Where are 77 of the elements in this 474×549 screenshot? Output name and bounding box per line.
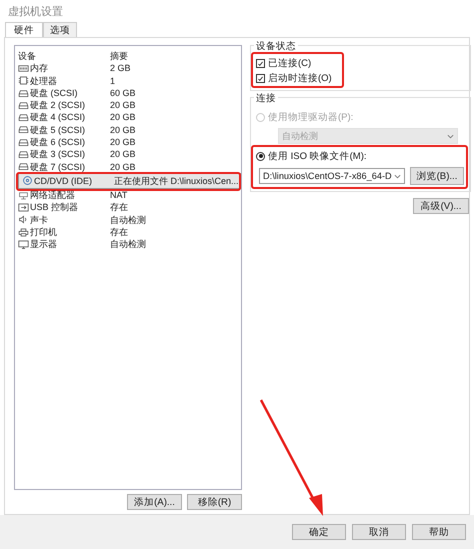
device-row[interactable]: CD/DVD (IDE) 正在使用文件 D:\linuxios\Cen... bbox=[18, 172, 241, 189]
device-name: 网络适配器 bbox=[30, 188, 75, 202]
button[interactable]: 添加(A)... bbox=[127, 494, 182, 510]
device-name: 显示器 bbox=[30, 238, 57, 250]
device-summary: 2 GB bbox=[110, 62, 131, 75]
device-row[interactable]: 硬盘 6 (SCSI) 20 GB bbox=[18, 136, 241, 148]
device-name: 处理器 bbox=[30, 74, 57, 87]
caret-icon bbox=[447, 134, 454, 138]
device-summary: 20 GB bbox=[110, 99, 136, 112]
device-summary: 存在 bbox=[110, 201, 128, 214]
column-header: 设备 bbox=[18, 50, 37, 62]
radio-button[interactable] bbox=[256, 152, 265, 160]
network-icon bbox=[18, 190, 29, 200]
caret-icon bbox=[394, 174, 401, 178]
device-summary: 正在使用文件 D:\linuxios\Cen... bbox=[114, 174, 239, 188]
device-row[interactable]: 处理器 1 bbox=[18, 74, 241, 87]
tab[interactable]: 硬件 bbox=[5, 22, 43, 37]
button[interactable]: 帮助 bbox=[412, 524, 466, 540]
device-row[interactable]: 网络适配器 NAT bbox=[18, 188, 241, 202]
column-header: 摘要 bbox=[110, 50, 128, 62]
device-summary: 存在 bbox=[110, 226, 128, 238]
radio-label: 使用物理驱动器(P): bbox=[268, 110, 354, 124]
device-row[interactable]: 打印机 存在 bbox=[18, 226, 241, 238]
advanced-button[interactable]: 高级(V)... bbox=[413, 198, 469, 214]
processor-icon bbox=[18, 76, 29, 86]
device-summary: 20 GB bbox=[110, 148, 136, 161]
checkbox-label: 已连接(C) bbox=[268, 56, 312, 70]
device-row[interactable]: 硬盘 4 (SCSI) 20 GB bbox=[18, 111, 241, 124]
disc-icon bbox=[22, 176, 33, 186]
usb-icon bbox=[18, 202, 29, 212]
group-title: 连接 bbox=[254, 92, 278, 105]
browse-button[interactable]: 浏览(B)... bbox=[410, 167, 464, 185]
group-title: 设备状态 bbox=[254, 40, 298, 53]
window-title: 虚拟机设置 bbox=[7, 4, 64, 18]
device-name: 硬盘 (SCSI) bbox=[30, 86, 78, 100]
printer-icon bbox=[18, 228, 29, 236]
speaker-icon bbox=[18, 215, 29, 224]
device-summary: 20 GB bbox=[110, 111, 136, 124]
device-name: 硬盘 5 (SCSI) bbox=[30, 124, 86, 136]
device-name: 硬盘 6 (SCSI) bbox=[30, 136, 86, 148]
button[interactable]: 移除(R) bbox=[187, 494, 242, 510]
device-name: 声卡 bbox=[30, 214, 48, 226]
checkbox-label: 启动时连接(O) bbox=[268, 72, 332, 84]
device-row[interactable]: 硬盘 2 (SCSI) 20 GB bbox=[18, 99, 241, 112]
device-name: CD/DVD (IDE) bbox=[34, 174, 92, 188]
checkbox[interactable] bbox=[256, 74, 265, 82]
device-summary: 20 GB bbox=[110, 136, 136, 148]
device-row[interactable]: 硬盘 5 (SCSI) 20 GB bbox=[18, 124, 241, 136]
device-summary: NAT bbox=[110, 188, 128, 202]
device-row[interactable]: 硬盘 3 (SCSI) 20 GB bbox=[18, 148, 241, 161]
monitor-icon bbox=[18, 240, 29, 249]
memory-icon bbox=[18, 64, 29, 73]
device-row[interactable]: 显示器 自动检测 bbox=[18, 238, 241, 250]
checkbox[interactable] bbox=[256, 58, 265, 68]
device-name: 硬盘 2 (SCSI) bbox=[30, 99, 86, 112]
device-name: 内存 bbox=[30, 62, 48, 75]
device-name: 硬盘 7 (SCSI) bbox=[30, 160, 86, 173]
tab[interactable]: 选项 bbox=[43, 22, 77, 37]
button[interactable]: 确定 bbox=[292, 524, 346, 540]
device-summary: 自动检测 bbox=[110, 238, 146, 250]
device-row[interactable]: USB 控制器 存在 bbox=[18, 201, 241, 214]
device-row[interactable]: 声卡 自动检测 bbox=[18, 214, 241, 226]
device-summary: 60 GB bbox=[110, 86, 136, 100]
device-name: 打印机 bbox=[30, 226, 57, 238]
device-name: USB 控制器 bbox=[30, 201, 78, 214]
device-name: 硬盘 3 (SCSI) bbox=[30, 148, 86, 161]
dropdown[interactable]: D:\linuxios\CentOS-7-x86_64-D bbox=[259, 168, 405, 184]
device-row[interactable]: 硬盘 (SCSI) 60 GB bbox=[18, 86, 241, 100]
device-name: 硬盘 4 (SCSI) bbox=[30, 111, 86, 124]
radio-label: 使用 ISO 映像文件(M): bbox=[268, 150, 367, 162]
device-row[interactable]: 内存 2 GB bbox=[18, 62, 241, 75]
device-summary: 自动检测 bbox=[110, 214, 146, 226]
device-summary: 20 GB bbox=[110, 160, 136, 173]
device-summary: 20 GB bbox=[110, 124, 136, 136]
device-row[interactable]: 硬盘 7 (SCSI) 20 GB bbox=[18, 160, 241, 173]
button[interactable]: 取消 bbox=[352, 524, 406, 540]
device-summary: 1 bbox=[110, 74, 116, 87]
